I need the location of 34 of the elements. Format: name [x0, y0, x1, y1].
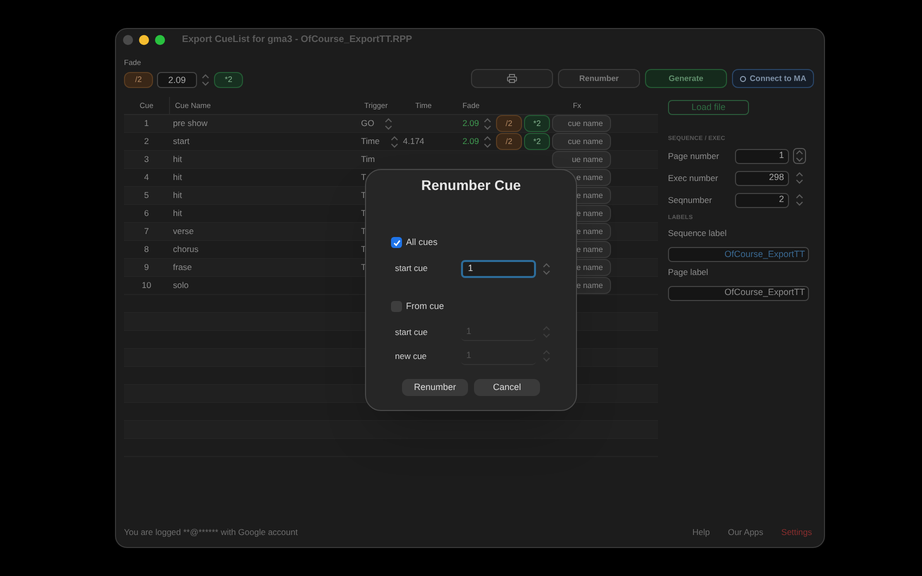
cue-name: solo: [173, 280, 189, 290]
window-title: Export CueList for gma3 - OfCourse_ExportTT.RPP: [182, 32, 412, 47]
field-label: Exec number: [668, 172, 720, 184]
field-label: Seqnumber: [668, 194, 713, 206]
cue-name: hit: [173, 154, 182, 164]
cue-number: 9: [144, 261, 149, 274]
cue-number: 3: [144, 153, 149, 166]
cue-name: hit: [173, 172, 182, 182]
field-label: start cue: [394, 326, 429, 338]
cue-number: 5: [144, 189, 149, 202]
cue-number: 6: [144, 207, 149, 220]
fade-value: 2.09: [462, 135, 479, 148]
field-label: new cue: [394, 350, 428, 362]
cue-name: verse: [173, 226, 194, 236]
cue-number: 4: [144, 171, 149, 184]
fade-value: 2.09: [462, 117, 479, 130]
checkbox-label: From cue: [406, 300, 444, 312]
time-value: 4.174: [403, 136, 424, 146]
cue-name: frase: [173, 262, 192, 272]
field-label: start cue: [394, 262, 429, 275]
cue-name: start: [173, 136, 190, 146]
cue-name: hit: [173, 190, 182, 200]
login-status: You are logged **@****** with Google account: [124, 526, 298, 538]
cue-number: 8: [144, 243, 149, 256]
cue-name: pre show: [173, 118, 208, 128]
cue-name: chorus: [173, 244, 199, 254]
field-label: Sequence label: [668, 227, 728, 240]
cue-name: hit: [173, 208, 182, 218]
field-label: Page label: [668, 266, 710, 278]
cue-number: 7: [144, 225, 149, 238]
cue-number: 2: [144, 135, 149, 148]
cue-number: 1: [144, 117, 149, 130]
cue-number: 10: [142, 279, 152, 292]
field-label: Page number: [668, 150, 720, 162]
